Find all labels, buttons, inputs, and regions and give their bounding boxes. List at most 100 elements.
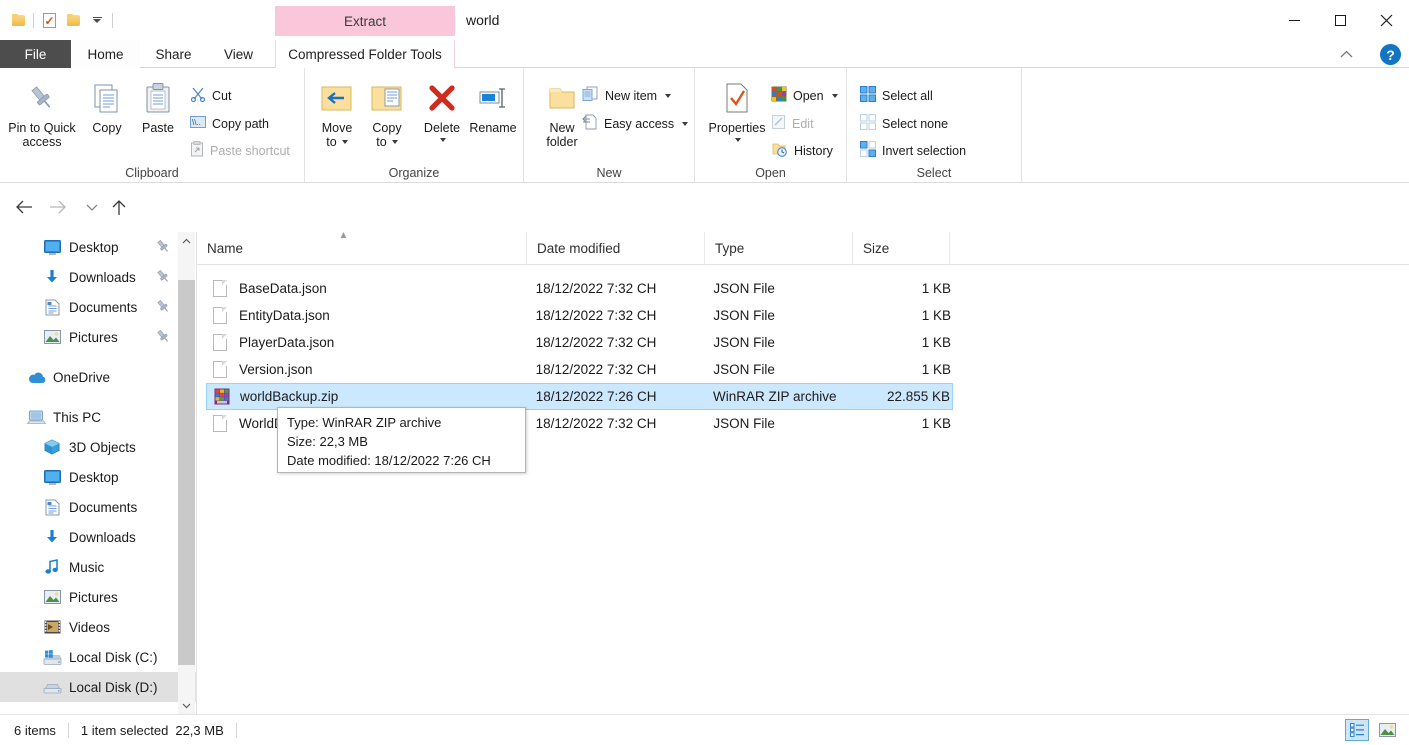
maximize-button[interactable] — [1317, 0, 1363, 40]
sidebar-item-documents[interactable]: Documents — [0, 292, 196, 322]
properties-button[interactable]: Properties — [701, 78, 773, 145]
large-icons-view-button[interactable] — [1375, 719, 1399, 741]
tab-compressed-folder-tools[interactable]: Compressed Folder Tools — [275, 40, 455, 68]
new-item-dropdown-icon[interactable] — [665, 94, 671, 98]
navigation-pane[interactable]: DesktopDownloadsDocumentsPicturesOneDriv… — [0, 232, 196, 714]
recent-locations-button[interactable] — [80, 194, 104, 220]
table-row[interactable]: PlayerData.json18/12/2022 7:32 CHJSON Fi… — [206, 329, 953, 356]
copy-path-button[interactable]: \\.. Copy path — [190, 113, 269, 134]
tab-view[interactable]: View — [207, 40, 270, 68]
ribbon-group-open-label: Open — [695, 166, 846, 180]
open-dropdown-icon[interactable] — [832, 94, 838, 98]
up-button[interactable] — [106, 194, 132, 220]
navigation-pane-scrollbar[interactable] — [178, 232, 195, 714]
history-button[interactable]: History — [771, 140, 833, 161]
tab-share[interactable]: Share — [140, 40, 207, 68]
sidebar-item-pictures[interactable]: Pictures — [0, 582, 196, 612]
move-to-button[interactable]: Move to — [313, 78, 361, 149]
sidebar-item-local-disk-c[interactable]: Local Disk (C:) — [0, 642, 196, 672]
scrollbar-thumb[interactable] — [178, 280, 195, 665]
sidebar-item-desktop[interactable]: Desktop — [0, 462, 196, 492]
sidebar-item-this-pc[interactable]: This PC — [0, 402, 196, 432]
contextual-tab-extract[interactable]: Extract — [275, 6, 455, 36]
sidebar-item-music[interactable]: Music — [0, 552, 196, 582]
move-to-icon — [320, 78, 354, 118]
column-header-size[interactable]: Size — [853, 232, 950, 265]
scroll-down-arrow-icon[interactable] — [178, 697, 195, 714]
sidebar-item-onedrive[interactable]: OneDrive — [0, 362, 196, 392]
scroll-up-arrow-icon[interactable] — [178, 232, 195, 249]
delete-button[interactable]: Delete — [417, 78, 467, 145]
explorer-menu-icon[interactable] — [6, 9, 30, 31]
easy-access-dropdown-icon[interactable] — [682, 122, 688, 126]
sidebar-item-local-disk-d[interactable]: Local Disk (D:) — [0, 672, 196, 702]
3d-objects-icon — [42, 437, 62, 457]
sidebar-item-downloads[interactable]: Downloads — [0, 262, 196, 292]
pin-icon[interactable] — [156, 299, 170, 314]
paste-shortcut-button[interactable]: Paste shortcut — [190, 140, 290, 161]
copy-to-button[interactable]: Copy to — [363, 78, 411, 149]
status-divider-2 — [236, 723, 237, 738]
sidebar-item-desktop[interactable]: Desktop — [0, 232, 196, 262]
move-to-dropdown-icon[interactable] — [342, 140, 348, 144]
select-all-label: Select all — [882, 89, 933, 103]
pin-icon[interactable] — [156, 239, 170, 254]
address-bar-row: « ❯ Games ❯ Subnautica.incl.Nitrox_LinkN… — [0, 184, 1409, 230]
rename-button[interactable]: Rename — [467, 78, 519, 135]
table-row[interactable]: worldBackup.zip18/12/2022 7:26 CHWinRAR … — [206, 383, 953, 410]
new-folder-button[interactable]: New folder — [537, 78, 587, 149]
file-type-cell: JSON File — [713, 416, 861, 431]
delete-dropdown-icon[interactable] — [440, 138, 446, 142]
properties-dropdown-icon[interactable] — [735, 138, 741, 142]
sidebar-item-videos[interactable]: Videos — [0, 612, 196, 642]
pin-icon[interactable] — [156, 329, 170, 344]
file-type-cell: JSON File — [713, 362, 861, 377]
paste-button[interactable]: Paste — [134, 78, 182, 135]
open-label: Open — [793, 89, 824, 103]
invert-selection-button[interactable]: Invert selection — [860, 140, 966, 161]
column-header-type[interactable]: Type — [705, 232, 853, 265]
forward-button[interactable] — [44, 194, 72, 220]
pin-icon — [27, 78, 57, 118]
invert-selection-label: Invert selection — [882, 144, 966, 158]
paste-icon — [143, 78, 173, 118]
file-size-cell: 22.855 KB — [860, 389, 952, 404]
cut-label: Cut — [212, 89, 231, 103]
pin-to-quick-access-button[interactable]: Pin to Quick access — [6, 78, 78, 149]
sidebar-item-3d-objects[interactable]: 3D Objects — [0, 432, 196, 462]
select-none-button[interactable]: Select none — [860, 113, 948, 134]
back-button[interactable] — [10, 194, 38, 220]
tab-home[interactable]: Home — [71, 40, 140, 68]
details-view-button[interactable] — [1345, 719, 1369, 741]
table-row[interactable]: EntityData.json18/12/2022 7:32 CHJSON Fi… — [206, 302, 953, 329]
customize-dropdown-icon[interactable] — [85, 9, 109, 31]
open-button[interactable]: Open — [771, 85, 838, 106]
new-folder-icon[interactable] — [61, 9, 85, 31]
collapse-ribbon-button[interactable] — [1333, 42, 1359, 66]
help-button[interactable]: ? — [1380, 44, 1401, 65]
tab-file[interactable]: File — [0, 40, 71, 68]
table-row[interactable]: BaseData.json18/12/2022 7:32 CHJSON File… — [206, 275, 953, 302]
file-list-view[interactable]: ▲ Name Date modified Type Size BaseData.… — [196, 232, 1409, 714]
large-icons-view-icon — [1379, 723, 1396, 737]
ribbon-group-new-label: New — [524, 166, 694, 180]
copy-to-dropdown-icon[interactable] — [392, 140, 398, 144]
sidebar-item-label: Pictures — [69, 330, 118, 345]
sidebar-item-downloads[interactable]: Downloads — [0, 522, 196, 552]
edit-button[interactable]: Edit — [771, 113, 814, 134]
cut-button[interactable]: Cut — [190, 85, 231, 106]
select-all-button[interactable]: Select all — [860, 85, 933, 106]
sidebar-item-pictures[interactable]: Pictures — [0, 322, 196, 352]
easy-access-button[interactable]: Easy access — [582, 113, 688, 134]
copy-button[interactable]: Copy — [84, 78, 130, 135]
minimize-button[interactable] — [1271, 0, 1317, 40]
new-item-button[interactable]: New item — [582, 85, 671, 106]
column-header-date-modified[interactable]: Date modified — [527, 232, 705, 265]
sidebar-item-documents[interactable]: Documents — [0, 492, 196, 522]
pin-icon[interactable] — [156, 269, 170, 284]
table-row[interactable]: Version.json18/12/2022 7:32 CHJSON File1… — [206, 356, 953, 383]
rename-icon — [477, 78, 509, 118]
close-button[interactable] — [1363, 0, 1409, 40]
properties-icon[interactable]: ✓ — [37, 9, 61, 31]
column-header-name[interactable]: ▲ Name — [197, 232, 527, 265]
